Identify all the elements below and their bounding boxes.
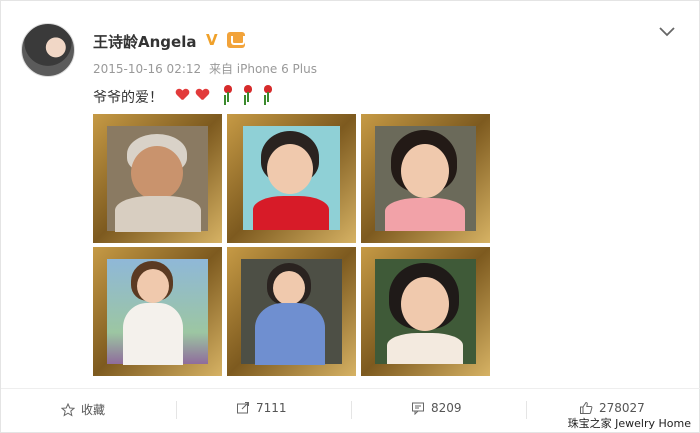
weibo-post-card: 王诗龄Angela V 2015-10-16 02:12 来自 iPhone 6… (0, 0, 700, 433)
chevron-down-icon[interactable] (659, 21, 675, 42)
rose-icon (261, 85, 275, 103)
rose-icon (221, 85, 235, 103)
photo-thumbnail[interactable] (361, 114, 490, 243)
avatar[interactable] (21, 23, 75, 77)
repost-count: 7111 (256, 401, 287, 415)
heart-icon (196, 89, 209, 101)
divider (176, 401, 177, 419)
thumb-up-icon (580, 401, 593, 414)
verified-icon: V (206, 31, 218, 49)
repost-button[interactable]: 7111 (236, 401, 287, 415)
comment-count: 8209 (431, 401, 462, 415)
post-source: 来自 iPhone 6 Plus (208, 62, 317, 76)
star-icon (60, 402, 76, 417)
favorite-button[interactable]: 收藏 (60, 401, 106, 418)
post-text: 爷爷的爱！ (93, 90, 163, 106)
like-count: 278027 (599, 401, 645, 415)
watermark: 珠宝之家 Jewelry Home (565, 415, 693, 431)
divider (526, 401, 527, 419)
footer-divider (1, 388, 700, 389)
heart-icon (176, 89, 189, 101)
photo-thumbnail[interactable] (93, 247, 222, 376)
author-name[interactable]: 王诗龄Angela (93, 31, 196, 52)
repost-icon (237, 402, 249, 414)
photo-thumbnail[interactable] (93, 114, 222, 243)
rose-icon (241, 85, 255, 103)
comment-button[interactable]: 8209 (411, 401, 462, 416)
divider (351, 401, 352, 419)
photo-thumbnail[interactable] (227, 114, 356, 243)
post-timestamp[interactable]: 2015-10-16 02:12 (93, 62, 201, 76)
photo-thumbnail[interactable] (361, 247, 490, 376)
post-meta: 2015-10-16 02:12 来自 iPhone 6 Plus (93, 60, 317, 77)
comment-icon (412, 402, 424, 416)
favorite-label: 收藏 (81, 403, 106, 417)
member-badge-icon (227, 32, 245, 48)
photo-thumbnail[interactable] (227, 247, 356, 376)
like-button[interactable]: 278027 (579, 401, 645, 415)
